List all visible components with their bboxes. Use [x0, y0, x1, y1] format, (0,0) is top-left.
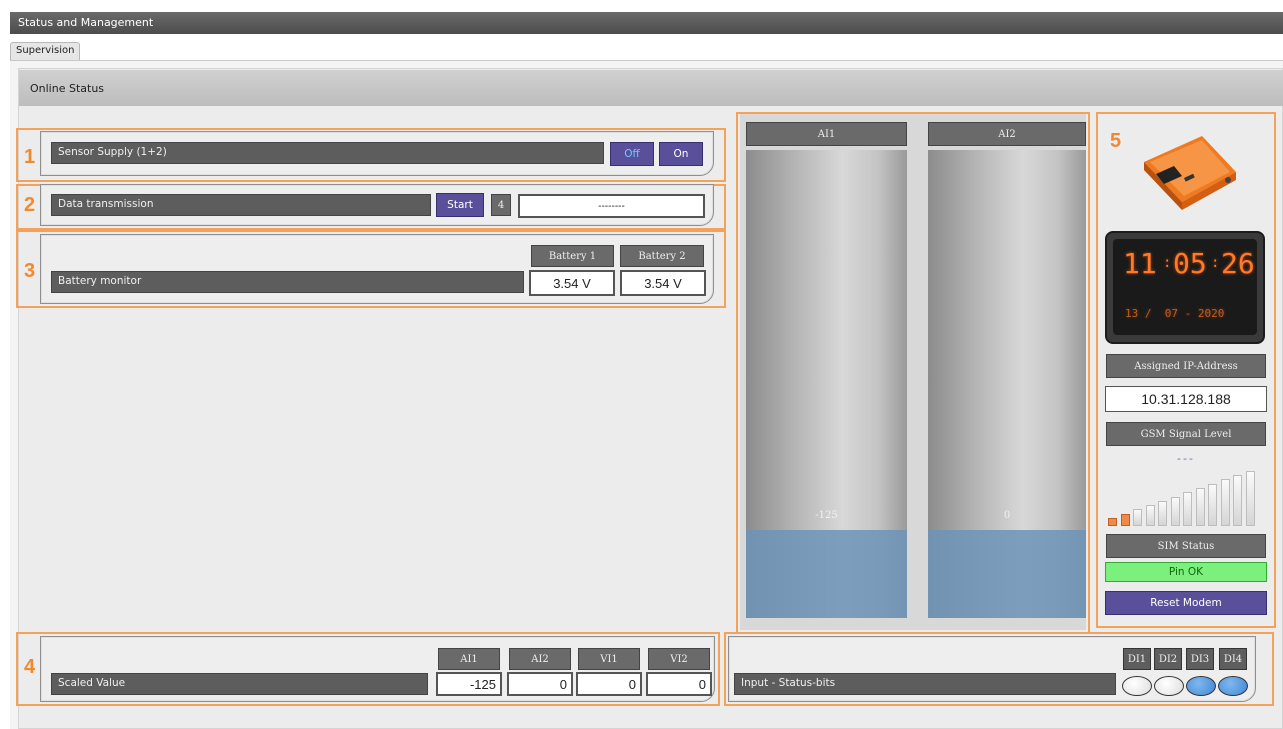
- gsm-signal-bar: [1158, 500, 1167, 526]
- gsm-signal-bar: [1133, 509, 1142, 526]
- scaled-vi2-header: VI2: [648, 648, 710, 670]
- scaled-ai2-value: 0: [507, 672, 573, 696]
- clock-minutes: 05: [1173, 247, 1207, 280]
- scaled-ai1-header: AI1: [438, 648, 500, 670]
- clock-sep-1: :: [1163, 255, 1172, 271]
- gauge-ai1-fill: [746, 530, 907, 618]
- ip-address-value: 10.31.128.188: [1105, 386, 1267, 412]
- scaled-value-label: Scaled Value: [51, 673, 428, 695]
- clock-hours: 11: [1123, 247, 1157, 280]
- data-transmission-value: --------: [518, 194, 705, 218]
- di1-header: DI1: [1123, 648, 1151, 670]
- data-transmission-start-button[interactable]: Start: [436, 193, 484, 217]
- data-transmission-label: Data transmission: [51, 194, 431, 216]
- gsm-signal-bar: [1145, 505, 1155, 526]
- di1-led: [1122, 676, 1152, 696]
- reset-modem-button[interactable]: Reset Modem: [1105, 591, 1267, 615]
- gsm-signal-bar: [1220, 479, 1230, 526]
- gauge-ai2-track: 0: [928, 150, 1086, 618]
- gsm-signal-bar: [1170, 496, 1180, 526]
- gauge-ai1-value: -125: [815, 510, 838, 521]
- ip-address-header: Assigned IP-Address: [1106, 354, 1266, 378]
- sensor-supply-off-button[interactable]: Off: [610, 142, 654, 166]
- gauge-ai2-value: 0: [1003, 510, 1011, 521]
- di2-led: [1154, 676, 1184, 696]
- gsm-signal-bar: [1108, 518, 1117, 526]
- battery-2-value: 3.54 V: [620, 270, 706, 296]
- clock-sep-2: :: [1211, 255, 1220, 271]
- data-transmission-count: 4: [491, 194, 511, 216]
- gauge-ai1-title: AI1: [746, 122, 907, 146]
- di4-header: DI4: [1219, 648, 1247, 670]
- battery-1-value: 3.54 V: [529, 270, 615, 296]
- device-image: [1144, 136, 1236, 210]
- sensor-supply-label: Sensor Supply (1+2): [51, 142, 604, 164]
- battery-2-header: Battery 2: [620, 245, 704, 267]
- section-number-3: 3: [24, 260, 36, 282]
- scaled-ai1-value: -125: [436, 672, 502, 696]
- section-number-2: 2: [24, 194, 36, 216]
- section-number-1: 1: [24, 146, 36, 168]
- gsm-signal-bar: [1208, 483, 1217, 526]
- window-title: Status and Management: [18, 16, 154, 29]
- scaled-ai2-header: AI2: [509, 648, 571, 670]
- tab-supervision-label: Supervision: [16, 45, 75, 56]
- gauge-ai1: AI1 -125: [746, 122, 907, 618]
- di3-header: DI3: [1186, 648, 1214, 670]
- gauge-ai2-title: AI2: [928, 122, 1086, 146]
- sim-status-header: SIM Status: [1106, 534, 1266, 558]
- scaled-vi2-value: 0: [646, 672, 712, 696]
- input-status-label: Input - Status-bits: [734, 673, 1116, 695]
- section-title: Online Status: [30, 82, 105, 95]
- sim-status-value: Pin OK: [1105, 562, 1267, 582]
- clock-date: 13 / 07 - 2020: [1125, 307, 1225, 320]
- scaled-vi1-value: 0: [576, 672, 642, 696]
- gauge-ai2-fill: [928, 530, 1086, 618]
- clock-seconds: 26: [1221, 247, 1255, 280]
- sensor-supply-on-button[interactable]: On: [659, 142, 703, 166]
- gauge-ai2: AI2 0: [928, 122, 1086, 618]
- gsm-signal-bar: [1120, 513, 1130, 526]
- gsm-signal-bar: [1195, 487, 1205, 526]
- gsm-signal-bar: [1183, 492, 1192, 526]
- gauge-ai1-track: -125: [746, 150, 907, 618]
- tab-supervision[interactable]: Supervision: [10, 42, 81, 60]
- di2-header: DI2: [1154, 648, 1182, 670]
- gsm-signal-bar: [1233, 475, 1242, 526]
- battery-1-header: Battery 1: [531, 245, 614, 267]
- section-header: Online Status: [19, 70, 1283, 106]
- gsm-signal-bars: [1108, 468, 1260, 526]
- di4-led: [1218, 676, 1248, 696]
- window-title-bar: Status and Management: [10, 12, 1283, 34]
- battery-monitor-label: Battery monitor: [51, 271, 524, 293]
- scaled-vi1-header: VI1: [578, 648, 640, 670]
- gsm-signal-value: ---: [1177, 452, 1195, 465]
- section-number-5: 5: [1110, 130, 1122, 152]
- device-clock: 11 : 05 : 26 13 / 07 - 2020: [1105, 231, 1265, 344]
- gsm-signal-header: GSM Signal Level: [1106, 422, 1266, 446]
- section-number-4: 4: [24, 656, 36, 678]
- di3-led: [1186, 676, 1216, 696]
- gsm-signal-bar: [1245, 470, 1255, 526]
